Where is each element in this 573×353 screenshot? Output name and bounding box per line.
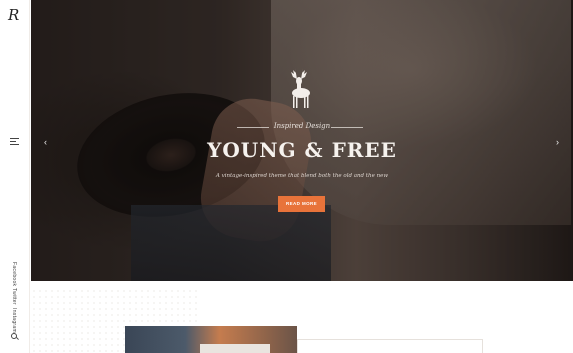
- eyebrow-rule-right: [331, 127, 363, 128]
- menu-icon[interactable]: [10, 138, 19, 146]
- content-frame: [297, 339, 483, 353]
- page: R Facebook Twitter Instagram ‹ › Inspire…: [0, 0, 573, 353]
- left-sidebar: R Facebook Twitter Instagram: [0, 0, 30, 353]
- deer-icon: [291, 68, 310, 108]
- search-icon[interactable]: [11, 333, 17, 339]
- twitter-link[interactable]: Twitter: [11, 288, 17, 305]
- hero-eyebrow: Inspired Design: [273, 122, 331, 130]
- instagram-link[interactable]: Instagram: [11, 308, 17, 333]
- hero-subtitle: A vintage-inspired theme that blend both…: [215, 173, 389, 179]
- logo[interactable]: R: [8, 6, 19, 24]
- hero-slider: ‹ › Inspired Design YOUNG & FREE A vinta…: [31, 0, 573, 281]
- post-thumbnail-card: [200, 344, 270, 353]
- facebook-link[interactable]: Facebook: [11, 262, 17, 286]
- read-more-button[interactable]: READ MORE: [278, 196, 325, 212]
- hero-headline: YOUNG & FREE: [207, 138, 397, 162]
